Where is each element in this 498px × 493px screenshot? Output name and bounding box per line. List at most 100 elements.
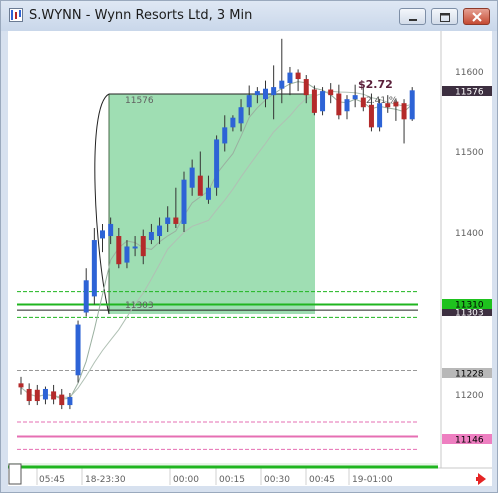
candle-body [140, 236, 146, 257]
price-tag-11146-text: 11146 [455, 436, 484, 446]
range-high-label: 11576 [125, 96, 154, 106]
candle-body [320, 91, 326, 112]
candle-body [157, 225, 163, 237]
candle [100, 223, 105, 253]
candle-body [246, 95, 252, 108]
scroll-handle[interactable] [8, 463, 22, 485]
candle [328, 83, 334, 104]
candle-body [205, 187, 211, 200]
close-icon [472, 12, 482, 22]
candle [26, 383, 32, 406]
candle [336, 84, 342, 120]
candle-body [279, 80, 285, 89]
close-button[interactable] [463, 8, 490, 25]
candle-body [214, 139, 220, 188]
candle [344, 95, 350, 120]
candle [83, 268, 89, 317]
candle-body [254, 91, 260, 96]
candle [320, 87, 326, 116]
candle-body [18, 383, 24, 388]
candle-body [124, 246, 130, 263]
time-label-0030: 00:30 [264, 475, 290, 485]
candle-body [197, 175, 203, 196]
time-label-0045: 00:45 [309, 475, 335, 485]
candle-body [181, 179, 187, 224]
candle-body [26, 388, 32, 402]
time-label-0545: 05:45 [39, 475, 65, 485]
candle-body [336, 93, 342, 116]
candle-body [173, 217, 179, 224]
candle [91, 227, 97, 305]
candle [409, 87, 415, 121]
candle-body [165, 217, 171, 224]
candle [401, 99, 407, 144]
scroll-right-arrow-tail [476, 477, 480, 481]
title-bar[interactable]: S.WYNN - Wynn Resorts Ltd, 3 Min [1, 1, 497, 31]
candle-body [100, 230, 105, 239]
time-axis: 05:45 18-23:30 00:00 00:15 00:30 00:45 1… [36, 468, 393, 485]
candle-body [91, 240, 97, 297]
candle-body [368, 104, 374, 128]
candle-body [59, 394, 65, 406]
price-tag-11303-text: 11303 [455, 309, 484, 319]
candle [352, 84, 358, 108]
candle-body [401, 103, 407, 120]
candle-body [42, 388, 48, 400]
candle-body [75, 324, 81, 376]
minimize-icon [409, 19, 417, 21]
minimize-button[interactable] [399, 8, 426, 25]
candle-body [263, 88, 268, 100]
chart-area[interactable]: 11576 11303 $2.72 2.41 % 11600 11500 114… [8, 31, 492, 486]
price-label-11400: 11400 [455, 229, 484, 239]
chart-app-icon [9, 8, 23, 22]
candle [214, 135, 220, 196]
candle-body [344, 99, 350, 112]
price-label-11600: 11600 [455, 68, 484, 78]
maximize-icon [440, 13, 450, 22]
maximize-button[interactable] [431, 8, 458, 25]
candle [51, 384, 57, 405]
price-tag-11228-text: 11228 [455, 370, 484, 380]
range-bracket-curve [94, 93, 110, 315]
range-selection-box[interactable] [109, 94, 315, 314]
candle-body [238, 107, 244, 124]
candle-body [51, 391, 57, 400]
candle-body [303, 79, 309, 96]
candle-body [148, 232, 154, 241]
candle-body [189, 167, 195, 188]
candle-body [409, 90, 415, 120]
candle-body [328, 89, 334, 96]
candle-body [295, 72, 301, 80]
candle-body [230, 117, 236, 128]
time-label-0000: 00:00 [173, 475, 199, 485]
candle [311, 85, 317, 116]
price-chart[interactable]: 11576 11303 $2.72 2.41 % 11600 11500 114… [8, 31, 492, 486]
time-label-18-2330: 18-23:30 [85, 475, 126, 485]
candle-body [83, 280, 89, 313]
candle [59, 388, 65, 410]
candle [18, 376, 24, 395]
candle-body [271, 87, 277, 96]
candle [42, 386, 48, 405]
time-label-0015: 00:15 [219, 475, 245, 485]
candle-body [67, 397, 73, 406]
candle-body [108, 223, 114, 237]
candle-body [377, 103, 383, 128]
price-label-11200: 11200 [455, 391, 484, 401]
range-low-label: 11303 [125, 301, 154, 311]
time-label-19-0100: 19-01:00 [352, 475, 393, 485]
candle [34, 384, 40, 406]
gain-label: $2.72 [358, 78, 393, 91]
candle-body [287, 72, 293, 84]
candle [75, 320, 81, 383]
gain-percent-label: 2.41 % [366, 96, 398, 106]
candle [287, 66, 293, 96]
candle-body [352, 95, 358, 100]
candle-body [132, 246, 138, 249]
candle-body [222, 127, 228, 144]
candle [181, 171, 187, 232]
price-label-11500: 11500 [455, 148, 484, 158]
chart-window: S.WYNN - Wynn Resorts Ltd, 3 Min 11576 1… [0, 0, 498, 493]
candle-body [116, 236, 122, 265]
candle [295, 69, 301, 92]
